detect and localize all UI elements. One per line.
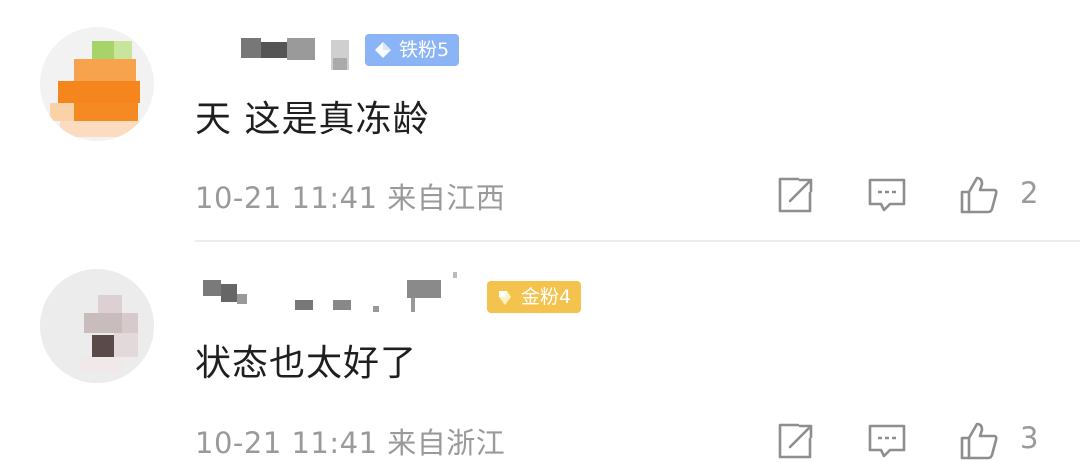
username-redacted[interactable] xyxy=(241,38,261,58)
comment-item: 金粉4 状态也太好了 10-21 11:41 来自浙江 3 xyxy=(0,242,1080,460)
badge-label: 金粉4 xyxy=(521,286,572,308)
comment-meta: 10-21 11:41 来自浙江 xyxy=(195,420,505,462)
share-icon[interactable] xyxy=(774,174,816,216)
comment-meta: 10-21 11:41 来自江西 xyxy=(195,175,505,217)
avatar[interactable] xyxy=(40,269,154,383)
fan-badge[interactable]: 金粉4 xyxy=(487,281,582,313)
badge-label: 铁粉5 xyxy=(399,39,450,61)
comment-location: 来自江西 xyxy=(387,181,506,215)
comment-icon[interactable] xyxy=(866,174,908,216)
comment-time: 10-21 11:41 xyxy=(195,181,378,215)
fan-badge[interactable]: 铁粉5 xyxy=(365,34,460,66)
share-icon[interactable] xyxy=(774,420,816,462)
comment-item: 铁粉5 天 这是真冻龄 10-21 11:41 来自江西 2 xyxy=(0,0,1080,240)
comment-time: 10-21 11:41 xyxy=(195,426,378,460)
diamond-icon xyxy=(375,42,391,58)
like-count: 2 xyxy=(1020,176,1039,210)
comment-location: 来自浙江 xyxy=(387,426,506,460)
comment-icon[interactable] xyxy=(866,420,908,462)
comment-text: 状态也太好了 xyxy=(195,343,418,384)
comment-text: 天 这是真冻龄 xyxy=(195,99,430,140)
thumbs-up-icon[interactable] xyxy=(958,174,1000,216)
gold-gem-icon xyxy=(499,291,511,305)
avatar[interactable] xyxy=(40,27,154,141)
username-redacted[interactable] xyxy=(203,280,221,296)
thumbs-up-icon[interactable] xyxy=(958,420,1000,462)
like-count: 3 xyxy=(1020,421,1039,455)
